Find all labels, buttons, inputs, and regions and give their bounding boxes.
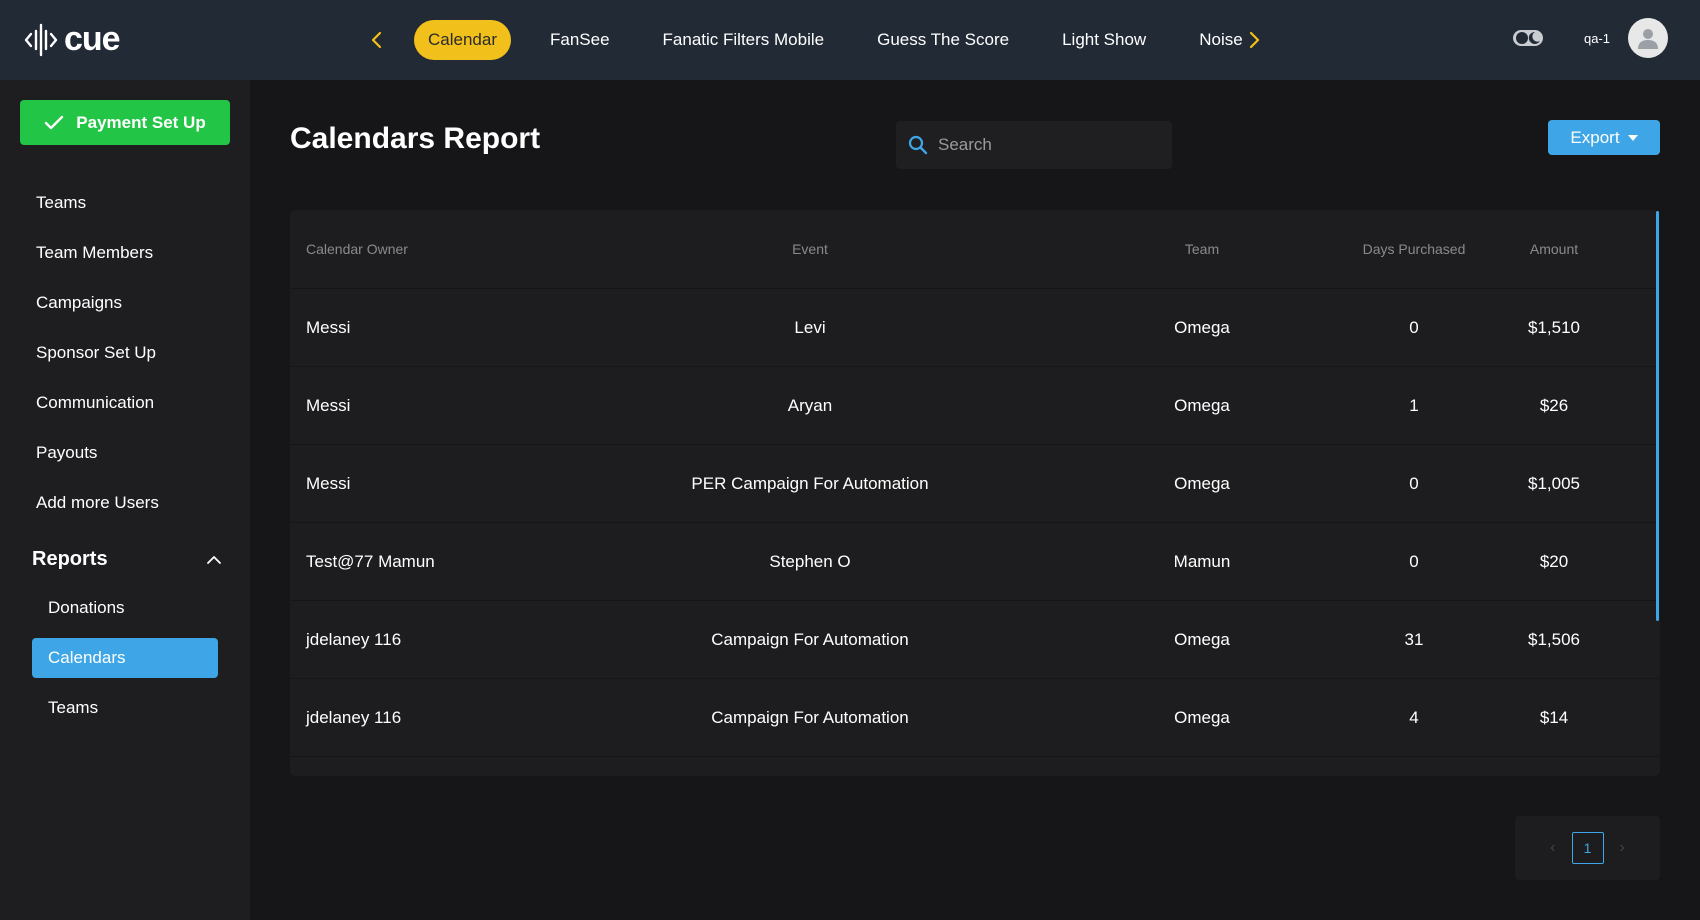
table-row[interactable]: Test@77 Mamun Stephen O Mamun 0 $20 bbox=[290, 523, 1660, 601]
reports-section-toggle[interactable]: Reports bbox=[32, 548, 222, 571]
cell-owner: Messi bbox=[306, 396, 351, 415]
cell-team: Mamun bbox=[1173, 552, 1231, 571]
cell-team: Omega bbox=[1174, 630, 1230, 649]
search-input[interactable] bbox=[938, 135, 1158, 155]
sidebar-item-calendars[interactable]: Calendars bbox=[32, 638, 218, 678]
logo-waveform-icon bbox=[24, 23, 58, 56]
cell-team: Omega bbox=[1174, 474, 1230, 493]
payment-set-up-button[interactable]: Payment Set Up bbox=[20, 100, 230, 145]
cell-amount: $1,005 bbox=[1528, 474, 1580, 493]
cell-days-purchased: 0 bbox=[1409, 474, 1419, 493]
column-header-event[interactable]: Event bbox=[522, 210, 1098, 289]
tab-calendar[interactable]: Calendar bbox=[414, 20, 511, 60]
user-avatar-icon bbox=[1638, 29, 1658, 49]
user-area: qa-1 bbox=[1512, 18, 1668, 58]
caret-down-icon bbox=[1627, 134, 1638, 141]
cell-days-purchased: 4 bbox=[1409, 708, 1419, 727]
user-name[interactable]: qa-1 bbox=[1584, 31, 1610, 46]
logo-text: cue bbox=[64, 20, 121, 58]
cell-amount: $14 bbox=[1539, 708, 1569, 727]
check-icon bbox=[45, 115, 64, 129]
top-navigation-bar: cue Calendar FanSee Fanatic Filters Mobi… bbox=[0, 0, 1700, 80]
cell-owner: Messi bbox=[306, 474, 351, 493]
chevron-left-icon bbox=[371, 31, 382, 49]
sidebar: Payment Set Up Teams Team Members Campai… bbox=[0, 80, 250, 920]
sidebar-item-communication[interactable]: Communication bbox=[36, 393, 154, 413]
avatar[interactable] bbox=[1628, 18, 1668, 58]
cell-owner: jdelaney 116 bbox=[306, 708, 402, 727]
search-icon bbox=[908, 135, 928, 155]
feature-tabs: Calendar FanSee Fanatic Filters Mobile G… bbox=[414, 20, 1257, 60]
tab-guess-the-score[interactable]: Guess The Score bbox=[863, 20, 1023, 60]
chevron-up-icon bbox=[207, 555, 221, 564]
cell-days-purchased: 0 bbox=[1409, 318, 1419, 337]
cell-event: Campaign For Automation bbox=[711, 630, 909, 649]
chevron-right-icon bbox=[1249, 31, 1260, 49]
export-button[interactable]: Export bbox=[1548, 120, 1660, 155]
sidebar-item-add-more-users[interactable]: Add more Users bbox=[36, 493, 159, 513]
search-box bbox=[896, 121, 1172, 169]
page-title: Calendars Report bbox=[290, 122, 541, 155]
table-row[interactable]: Messi PER Campaign For Automation Omega … bbox=[290, 445, 1660, 523]
cell-team: Omega bbox=[1174, 708, 1230, 727]
page-number-button[interactable]: 1 bbox=[1571, 832, 1604, 864]
sidebar-item-report-teams[interactable]: Teams bbox=[32, 688, 218, 728]
cell-days-purchased: 31 bbox=[1404, 630, 1424, 649]
cell-event: Levi bbox=[794, 318, 826, 337]
table-header-row: Calendar Owner Event Team Days Purchased… bbox=[290, 210, 1660, 289]
export-label: Export bbox=[1570, 127, 1620, 147]
theme-toggle-icon[interactable] bbox=[1512, 28, 1544, 48]
cell-amount: $1,506 bbox=[1528, 630, 1580, 649]
cell-amount: $1,510 bbox=[1528, 318, 1580, 337]
payment-set-up-label: Payment Set Up bbox=[76, 112, 206, 132]
column-header-days-purchased[interactable]: Days Purchased bbox=[1314, 210, 1514, 289]
cell-event: Aryan bbox=[787, 396, 833, 415]
cell-owner: jdelaney 116 bbox=[306, 630, 402, 649]
cell-team: Omega bbox=[1174, 396, 1230, 415]
chevron-left-icon[interactable]: ‹ bbox=[1550, 839, 1555, 857]
sidebar-item-sponsor-set-up[interactable]: Sponsor Set Up bbox=[36, 343, 156, 363]
table-row[interactable]: Messi Levi Omega 0 $1,510 bbox=[290, 289, 1660, 367]
app-logo[interactable]: cue bbox=[24, 20, 121, 59]
sidebar-item-team-members[interactable]: Team Members bbox=[36, 243, 153, 263]
tab-fanatic-filters-mobile[interactable]: Fanatic Filters Mobile bbox=[649, 20, 839, 60]
tab-light-show[interactable]: Light Show bbox=[1048, 20, 1160, 60]
reports-label: Reports bbox=[32, 548, 108, 570]
nav-next-button[interactable] bbox=[1239, 24, 1269, 56]
cell-days-purchased: 0 bbox=[1409, 552, 1419, 571]
cell-event: Campaign For Automation bbox=[711, 708, 909, 727]
cell-amount: $26 bbox=[1539, 396, 1569, 415]
tab-fansee[interactable]: FanSee bbox=[536, 20, 624, 60]
table-row[interactable]: jdelaney 116 Campaign For Automation Ome… bbox=[290, 601, 1660, 679]
sidebar-item-payouts[interactable]: Payouts bbox=[36, 443, 97, 463]
cell-event: PER Campaign For Automation bbox=[691, 474, 929, 493]
nav-prev-button[interactable] bbox=[362, 24, 392, 56]
table-row[interactable]: jdelaney 116 Campaign For Automation Ome… bbox=[290, 679, 1660, 757]
cell-event: Stephen O bbox=[769, 552, 851, 571]
sidebar-item-campaigns[interactable]: Campaigns bbox=[36, 293, 122, 313]
cell-owner: Messi bbox=[306, 318, 351, 337]
sidebar-item-teams[interactable]: Teams bbox=[36, 193, 86, 213]
column-header-calendar-owner[interactable]: Calendar Owner bbox=[306, 210, 408, 289]
column-header-amount[interactable]: Amount bbox=[1494, 210, 1614, 289]
sidebar-item-donations[interactable]: Donations bbox=[32, 588, 218, 628]
column-header-team[interactable]: Team bbox=[1122, 210, 1282, 289]
table-scrollbar[interactable] bbox=[1656, 211, 1659, 621]
pagination: ‹ 1 › bbox=[1515, 816, 1660, 880]
table-row[interactable]: Messi Aryan Omega 1 $26 bbox=[290, 367, 1660, 445]
cell-team: Omega bbox=[1174, 318, 1230, 337]
calendars-table: Calendar Owner Event Team Days Purchased… bbox=[290, 210, 1660, 776]
cell-days-purchased: 1 bbox=[1409, 396, 1419, 415]
cell-owner: Test@77 Mamun bbox=[306, 552, 435, 571]
chevron-right-icon[interactable]: › bbox=[1620, 839, 1625, 857]
cell-amount: $20 bbox=[1539, 552, 1569, 571]
